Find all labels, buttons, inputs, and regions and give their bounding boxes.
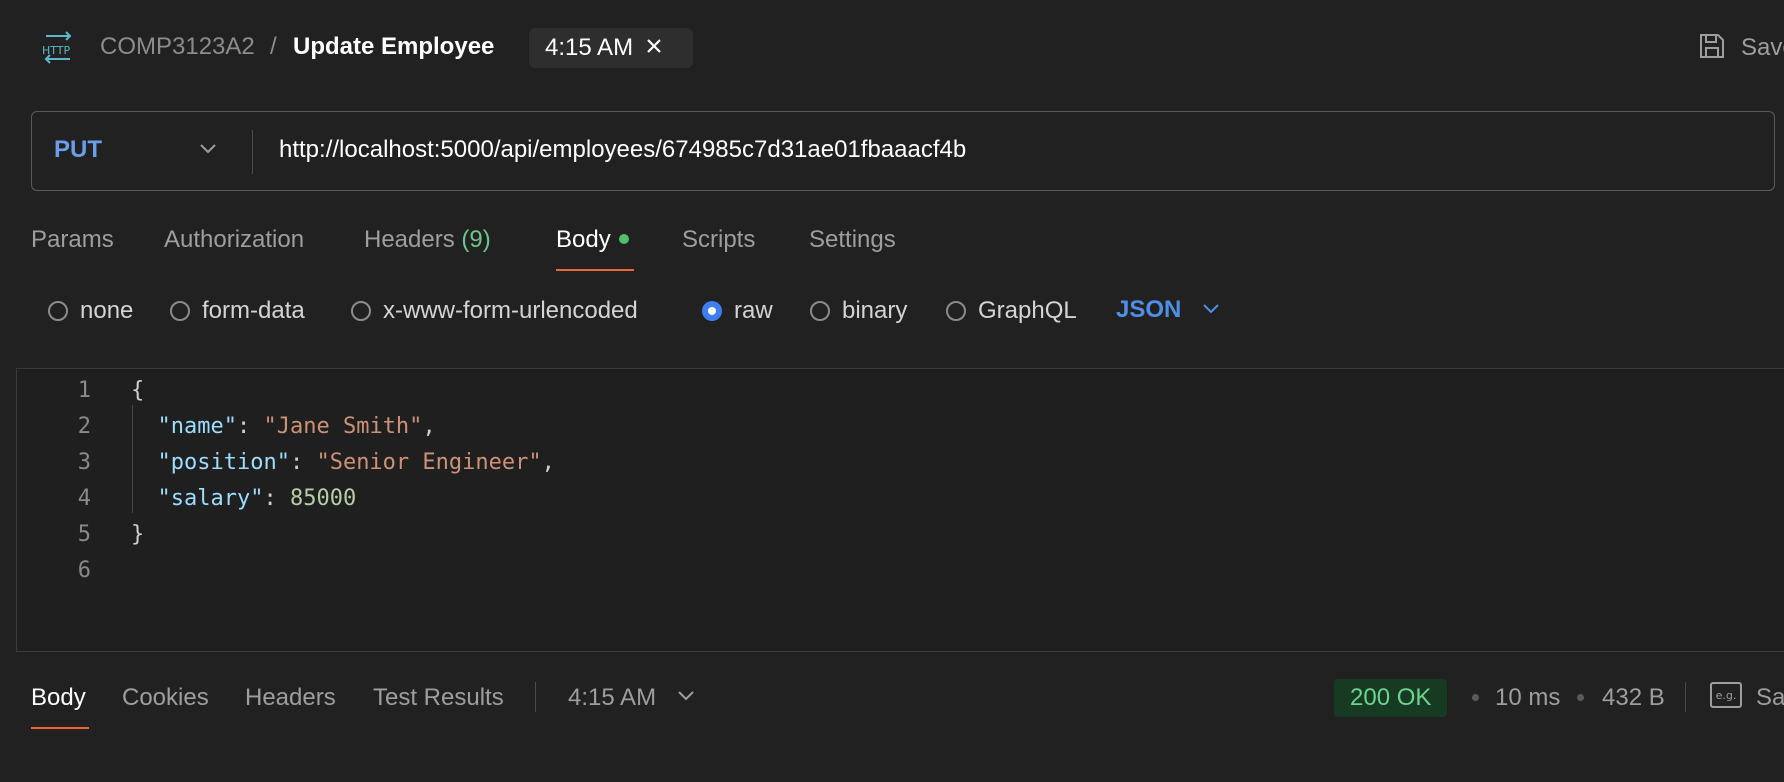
body-type-raw[interactable]: raw <box>702 296 773 326</box>
code-line: 2 "name": "Jane Smith", <box>17 409 1784 445</box>
body-type-binary[interactable]: binary <box>810 296 907 326</box>
body-editor[interactable]: 1 { 2 "name": "Jane Smith", 3 "position"… <box>16 368 1784 652</box>
tab-body-label: Body <box>556 226 611 253</box>
chevron-down-icon <box>676 684 696 712</box>
line-number: 3 <box>77 450 91 475</box>
headers-count-badge: (9) <box>461 226 491 253</box>
tab-params[interactable]: Params <box>31 226 114 254</box>
divider <box>535 682 536 712</box>
response-time-label: 4:15 AM <box>568 684 657 711</box>
line-number: 5 <box>77 522 91 547</box>
method-select[interactable]: PUT <box>54 136 102 164</box>
request-time-tab[interactable]: 4:15 AM <box>529 28 693 68</box>
radio-none[interactable] <box>48 301 68 321</box>
response-tab-cookies[interactable]: Cookies <box>122 684 209 712</box>
code-text: "position": "Senior Engineer", <box>157 450 555 475</box>
status-badge[interactable]: 200 OK <box>1334 679 1448 717</box>
language-select[interactable]: JSON <box>1116 296 1221 324</box>
json-string: "Jane Smith" <box>263 414 423 439</box>
json-number: 85000 <box>289 486 357 511</box>
example-icon: e.g. <box>1710 682 1742 713</box>
request-time-label: 4:15 AM <box>545 34 634 61</box>
code-text: "name": "Jane Smith", <box>157 414 436 439</box>
body-type-form-data[interactable]: form-data <box>170 296 305 326</box>
body-type-urlencoded-label: x-www-form-urlencoded <box>383 297 638 324</box>
body-type-none-label: none <box>80 297 134 324</box>
line-number: 6 <box>77 558 91 583</box>
code-text: "salary": 85000 <box>157 486 357 511</box>
code-text: { <box>131 373 144 409</box>
json-key: "name" <box>157 414 237 439</box>
radio-raw-checked[interactable] <box>702 301 722 321</box>
tab-body[interactable]: Body <box>556 226 629 254</box>
url-divider <box>252 130 253 174</box>
line-number: 4 <box>77 486 91 511</box>
response-size[interactable]: 432 B <box>1602 684 1665 712</box>
divider <box>1685 682 1686 712</box>
url-input[interactable]: http://localhost:5000/api/employees/6749… <box>279 136 966 164</box>
tab-headers[interactable]: Headers (9) <box>364 226 491 254</box>
tab-settings[interactable]: Settings <box>809 226 896 254</box>
body-modified-dot <box>618 233 629 244</box>
response-tab-headers[interactable]: Headers <box>245 684 336 712</box>
code-line: 5 } <box>17 517 1784 553</box>
response-panel <box>0 664 1784 782</box>
save-as-example-label: Save <box>1756 683 1784 711</box>
body-type-graphql[interactable]: GraphQL <box>946 296 1077 326</box>
http-icon: HTTP <box>40 30 76 64</box>
body-type-binary-label: binary <box>842 297 908 324</box>
json-key: "salary" <box>157 486 264 511</box>
radio-graphql[interactable] <box>946 301 966 321</box>
close-icon[interactable] <box>645 37 663 60</box>
radio-urlencoded[interactable] <box>351 301 371 321</box>
code-line: 6 <box>17 553 1784 589</box>
tab-headers-label: Headers <box>364 226 455 253</box>
body-type-graphql-label: GraphQL <box>978 297 1077 324</box>
url-bar: PUT http://localhost:5000/api/employees/… <box>31 111 1775 191</box>
breadcrumb-collection[interactable]: COMP3123A2 <box>100 32 255 62</box>
line-number: 1 <box>77 378 91 403</box>
language-select-label: JSON <box>1116 296 1182 323</box>
code-line: 4 "salary": 85000 <box>17 481 1784 517</box>
response-history-select[interactable]: 4:15 AM <box>568 684 696 712</box>
json-key: "position" <box>157 450 290 475</box>
separator-dot <box>1472 694 1479 701</box>
tab-authorization[interactable]: Authorization <box>164 226 304 254</box>
chevron-down-icon[interactable] <box>198 138 218 163</box>
body-type-form-data-label: form-data <box>202 297 305 324</box>
svg-text:e.g.: e.g. <box>1716 689 1737 702</box>
radio-form-data[interactable] <box>170 301 190 321</box>
json-string: "Senior Engineer" <box>316 450 542 475</box>
response-tab-body[interactable]: Body <box>31 684 86 712</box>
code-text: } <box>131 517 144 553</box>
svg-text:HTTP: HTTP <box>42 44 71 57</box>
body-type-urlencoded[interactable]: x-www-form-urlencoded <box>351 296 638 326</box>
separator-dot <box>1577 694 1584 701</box>
brace: } <box>131 522 145 547</box>
response-duration[interactable]: 10 ms <box>1495 684 1560 712</box>
response-tab-test-results[interactable]: Test Results <box>373 684 504 712</box>
code-line: 3 "position": "Senior Engineer", <box>17 445 1784 481</box>
active-tab-indicator <box>556 269 634 271</box>
response-active-tab-indicator <box>31 727 89 729</box>
breadcrumb-separator: / <box>270 33 277 60</box>
line-number: 2 <box>77 414 91 439</box>
save-icon <box>1697 31 1727 66</box>
body-type-none[interactable]: none <box>48 296 133 326</box>
chevron-down-icon <box>1201 298 1221 323</box>
save-as-example-button[interactable]: e.g. Save <box>1710 682 1784 713</box>
save-label: Save <box>1741 34 1784 61</box>
tab-scripts[interactable]: Scripts <box>682 226 755 254</box>
brace: { <box>131 378 145 403</box>
save-button[interactable]: Save <box>1697 30 1784 66</box>
radio-binary[interactable] <box>810 301 830 321</box>
body-type-raw-label: raw <box>734 297 773 324</box>
request-title[interactable]: Update Employee <box>293 32 494 62</box>
code-line: 1 { <box>17 373 1784 409</box>
